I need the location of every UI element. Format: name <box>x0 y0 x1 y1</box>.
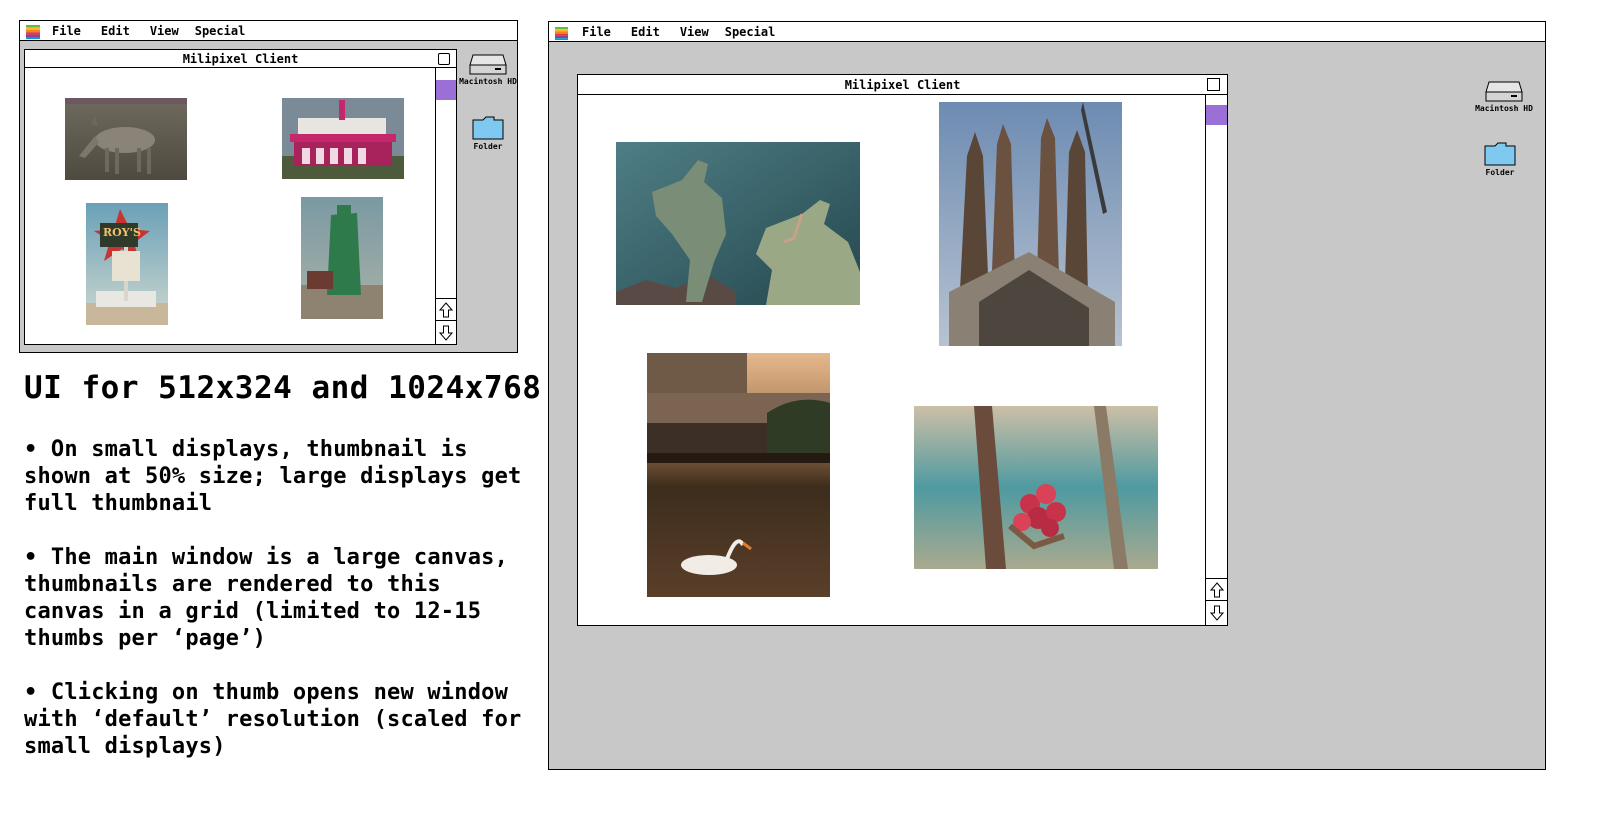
thumb-green-moai[interactable] <box>301 197 383 319</box>
green-moai-image <box>301 197 383 319</box>
apple-logo-icon <box>26 24 40 39</box>
note-bullet-1: • On small displays, thumbnail is shown … <box>24 437 522 516</box>
large-scrollbar[interactable] <box>1205 95 1227 625</box>
small-folder-icon[interactable]: Folder <box>458 116 517 151</box>
hard-drive-icon <box>469 54 507 75</box>
menu-view[interactable]: View <box>150 24 179 38</box>
swan-image <box>647 353 830 597</box>
hard-drive-icon <box>1485 81 1523 102</box>
menu-file[interactable]: File <box>52 24 81 38</box>
large-hd-icon[interactable]: Macintosh HD <box>1469 80 1539 113</box>
arrow-down-icon <box>1209 605 1224 621</box>
donkey-image <box>65 98 187 180</box>
arrow-up-icon <box>1209 581 1224 597</box>
arrow-down-icon <box>439 325 453 341</box>
menu-file-large[interactable]: File <box>582 25 611 39</box>
small-scrollbar[interactable] <box>435 68 456 344</box>
scroll-up-button[interactable] <box>436 298 456 320</box>
menu-edit-large[interactable]: Edit <box>631 25 660 39</box>
folder-label: Folder <box>473 142 503 151</box>
folder-icon <box>472 116 504 140</box>
thumb-dinosaurs[interactable] <box>616 142 860 305</box>
roys-sign-image <box>86 203 168 325</box>
zoom-box-large[interactable] <box>1207 78 1220 91</box>
thumb-roys-sign[interactable]: ROY'S <box>86 203 168 325</box>
zoom-box[interactable] <box>438 53 450 65</box>
menu-special[interactable]: Special <box>195 24 246 38</box>
window-title-large: Milipixel Client <box>844 77 961 92</box>
roys-sign-text: ROY'S <box>103 226 141 239</box>
large-menubar: File Edit View Special <box>549 22 1545 42</box>
thumb-donkey[interactable] <box>65 98 187 180</box>
apple-logo-icon <box>555 27 568 40</box>
notes-panel: UI for 512x324 and 1024x768 • On small d… <box>24 370 542 787</box>
small-hd-icon[interactable]: Macintosh HD <box>458 53 517 86</box>
apple-menu-large[interactable] <box>555 25 568 40</box>
sagrada-familia-image <box>939 102 1122 346</box>
folder-label-large: Folder <box>1485 168 1515 177</box>
thumb-cactus-flower[interactable] <box>914 406 1158 569</box>
hd-label: Macintosh HD <box>459 77 517 86</box>
large-client-window[interactable]: Milipixel Client <box>577 74 1228 626</box>
large-folder-icon[interactable]: Folder <box>1465 142 1535 177</box>
small-canvas[interactable]: ROY'S <box>25 68 436 344</box>
menu-special-large[interactable]: Special <box>725 25 776 39</box>
large-titlebar[interactable]: Milipixel Client <box>578 75 1227 95</box>
small-titlebar[interactable]: Milipixel Client <box>25 50 456 68</box>
small-desktop: File Edit View Special Milipixel Client <box>19 20 518 353</box>
note-bullet-2: • The main window is a large canvas, thu… <box>24 545 509 651</box>
dinosaurs-image <box>616 142 860 305</box>
small-menubar: File Edit View Special <box>20 21 517 41</box>
apple-menu[interactable] <box>26 24 40 39</box>
folder-icon <box>1484 142 1516 166</box>
hd-label-large: Macintosh HD <box>1475 104 1533 113</box>
thumb-sagrada-familia[interactable] <box>939 102 1122 346</box>
scroll-up-button-large[interactable] <box>1206 578 1227 600</box>
scroll-knob[interactable] <box>436 80 456 100</box>
thumb-theater[interactable] <box>282 98 404 179</box>
menu-view-large[interactable]: View <box>680 25 709 39</box>
large-desktop: File Edit View Special Milipixel Client <box>548 21 1546 770</box>
window-title: Milipixel Client <box>182 51 299 66</box>
note-bullet-3: • Clicking on thumb opens new window wit… <box>24 680 522 759</box>
arrow-up-icon <box>439 301 453 317</box>
large-canvas[interactable] <box>578 95 1205 625</box>
cactus-flower-image <box>914 406 1158 569</box>
menu-edit[interactable]: Edit <box>101 24 130 38</box>
small-client-window[interactable]: Milipixel Client ROY'S <box>24 49 457 345</box>
thumb-swan[interactable] <box>647 353 830 597</box>
scroll-down-button[interactable] <box>436 320 456 344</box>
scroll-knob-large[interactable] <box>1206 105 1227 125</box>
notes-heading: UI for 512x324 and 1024x768 <box>24 370 542 406</box>
scroll-down-button-large[interactable] <box>1206 600 1227 625</box>
theater-image <box>282 98 404 179</box>
